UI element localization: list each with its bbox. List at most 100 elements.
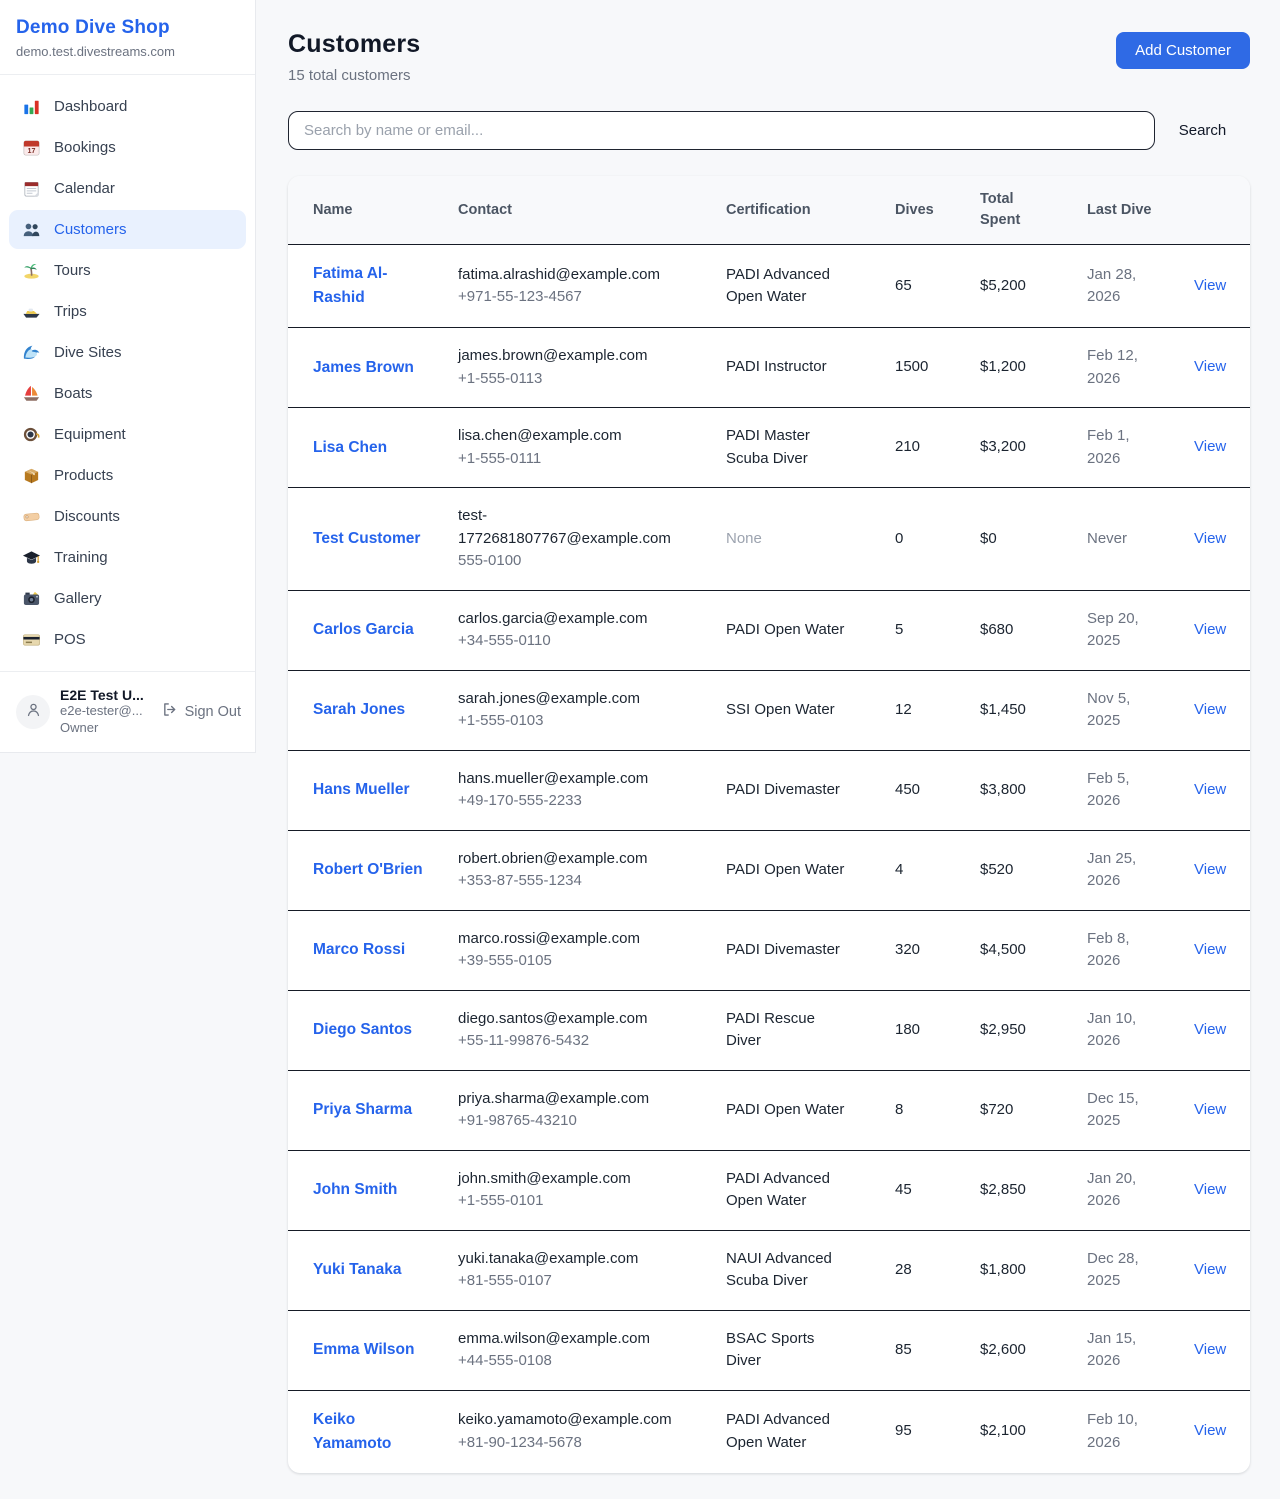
sidebar-item-label: Equipment <box>54 426 126 443</box>
customer-phone: +81-555-0107 <box>458 1270 690 1293</box>
view-customer-link[interactable]: View <box>1194 941 1226 958</box>
customer-email: yuki.tanaka@example.com <box>458 1248 690 1271</box>
customer-dives: 45 <box>895 1150 980 1230</box>
customer-dives: 85 <box>895 1310 980 1390</box>
sidebar-item-pos[interactable]: POS <box>9 620 246 659</box>
customer-phone: +44-555-0108 <box>458 1350 690 1373</box>
customer-email: emma.wilson@example.com <box>458 1328 690 1351</box>
view-customer-link[interactable]: View <box>1194 861 1226 878</box>
user-email: e2e-tester@... <box>60 703 151 720</box>
customers-table-card: Name Contact Certification Dives Total S… <box>288 176 1250 1473</box>
customer-last-dive: Jan 15, 2026 <box>1087 1310 1194 1390</box>
customer-name-link[interactable]: Marco Rossi <box>313 941 405 958</box>
customer-phone: +1-555-0103 <box>458 710 690 733</box>
customer-name-link[interactable]: Lisa Chen <box>313 439 387 456</box>
sidebar-item-tours[interactable]: Tours <box>9 251 246 290</box>
customer-certification: PADI Advanced Open Water <box>726 1150 895 1230</box>
view-customer-link[interactable]: View <box>1194 277 1226 294</box>
customer-name-link[interactable]: Yuki Tanaka <box>313 1261 401 1278</box>
sidebar-item-label: Bookings <box>54 139 116 156</box>
customer-certification: PADI Advanced Open Water <box>726 1390 895 1473</box>
customer-dives: 1500 <box>895 328 980 408</box>
view-customer-link[interactable]: View <box>1194 1341 1226 1358</box>
customer-row: Sarah Jones sarah.jones@example.com +1-5… <box>288 670 1250 750</box>
customer-name-link[interactable]: Diego Santos <box>313 1021 412 1038</box>
view-customer-link[interactable]: View <box>1194 781 1226 798</box>
view-customer-link[interactable]: View <box>1194 1101 1226 1118</box>
sidebar-item-boats[interactable]: Boats <box>9 374 246 413</box>
customer-certification: PADI Divemaster <box>726 750 895 830</box>
training-gradcap-icon <box>22 548 41 567</box>
view-customer-link[interactable]: View <box>1194 358 1226 375</box>
sidebar-item-label: Discounts <box>54 508 120 525</box>
search-input[interactable] <box>288 111 1155 150</box>
customer-name-link[interactable]: Hans Mueller <box>313 781 409 798</box>
column-header-dives: Dives <box>895 176 980 245</box>
customer-dives: 28 <box>895 1230 980 1310</box>
customer-dives: 12 <box>895 670 980 750</box>
customer-email: hans.mueller@example.com <box>458 768 690 791</box>
sidebar-item-dive-sites[interactable]: Dive Sites <box>9 333 246 372</box>
customer-total-spent: $680 <box>980 590 1087 670</box>
sidebar: Demo Dive Shop demo.test.divestreams.com… <box>0 0 256 753</box>
sidebar-item-equipment[interactable]: Equipment <box>9 415 246 454</box>
sidebar-item-discounts[interactable]: Discounts <box>9 497 246 536</box>
add-customer-button[interactable]: Add Customer <box>1116 32 1250 69</box>
customer-name-link[interactable]: Fatima Al-Rashid <box>313 265 387 306</box>
sidebar-item-bookings[interactable]: 17 Bookings <box>9 128 246 167</box>
customer-name-link[interactable]: James Brown <box>313 359 414 376</box>
view-customer-link[interactable]: View <box>1194 1422 1226 1439</box>
svg-text:17: 17 <box>28 147 36 155</box>
customer-dives: 8 <box>895 1070 980 1150</box>
customer-name-link[interactable]: Keiko Yamamoto <box>313 1411 391 1452</box>
customer-email: diego.santos@example.com <box>458 1008 690 1031</box>
tours-island-icon <box>22 261 41 280</box>
view-customer-link[interactable]: View <box>1194 530 1226 547</box>
customer-row: Carlos Garcia carlos.garcia@example.com … <box>288 590 1250 670</box>
view-customer-link[interactable]: View <box>1194 1261 1226 1278</box>
customer-total-spent: $720 <box>980 1070 1087 1150</box>
customers-table: Name Contact Certification Dives Total S… <box>288 176 1250 1473</box>
view-customer-link[interactable]: View <box>1194 621 1226 638</box>
view-customer-link[interactable]: View <box>1194 1181 1226 1198</box>
customer-name-link[interactable]: John Smith <box>313 1181 397 1198</box>
sidebar-item-label: Boats <box>54 385 92 402</box>
customer-row: James Brown james.brown@example.com +1-5… <box>288 328 1250 408</box>
view-customer-link[interactable]: View <box>1194 1021 1226 1038</box>
customer-name-link[interactable]: Robert O'Brien <box>313 861 423 878</box>
sidebar-item-products[interactable]: Products <box>9 456 246 495</box>
sidebar-item-label: Customers <box>54 221 127 238</box>
customer-phone: +91-98765-43210 <box>458 1110 690 1133</box>
customer-name-link[interactable]: Priya Sharma <box>313 1101 412 1118</box>
sidebar-item-dashboard[interactable]: Dashboard <box>9 87 246 126</box>
customer-last-dive: Feb 8, 2026 <box>1087 910 1194 990</box>
view-customer-link[interactable]: View <box>1194 438 1226 455</box>
view-customer-link[interactable]: View <box>1194 701 1226 718</box>
customer-name-link[interactable]: Sarah Jones <box>313 701 405 718</box>
customer-name-link[interactable]: Emma Wilson <box>313 1341 415 1358</box>
customer-name-link[interactable]: Test Customer <box>313 530 420 547</box>
sidebar-item-gallery[interactable]: Gallery <box>9 579 246 618</box>
customer-name-link[interactable]: Carlos Garcia <box>313 621 414 638</box>
customer-certification: None <box>726 488 895 591</box>
customer-phone: +81-90-1234-5678 <box>458 1432 690 1455</box>
customer-row: Diego Santos diego.santos@example.com +5… <box>288 990 1250 1070</box>
customer-dives: 320 <box>895 910 980 990</box>
sidebar-item-calendar[interactable]: Calendar <box>9 169 246 208</box>
avatar <box>16 695 50 729</box>
customer-row: Yuki Tanaka yuki.tanaka@example.com +81-… <box>288 1230 1250 1310</box>
sidebar-item-trips[interactable]: Trips <box>9 292 246 331</box>
bookings-calendar-icon: 17 <box>22 138 41 157</box>
customer-last-dive: Feb 10, 2026 <box>1087 1390 1194 1473</box>
sign-out-icon <box>161 701 178 722</box>
sign-out-button[interactable]: Sign Out <box>161 701 241 722</box>
products-package-icon <box>22 466 41 485</box>
search-button[interactable]: Search <box>1155 122 1250 139</box>
sidebar-item-customers[interactable]: Customers <box>9 210 246 249</box>
customer-row: John Smith john.smith@example.com +1-555… <box>288 1150 1250 1230</box>
customer-total-spent: $3,800 <box>980 750 1087 830</box>
customer-last-dive: Feb 1, 2026 <box>1087 408 1194 488</box>
search-row: Search <box>288 111 1250 150</box>
sidebar-item-training[interactable]: Training <box>9 538 246 577</box>
customer-email: sarah.jones@example.com <box>458 688 690 711</box>
